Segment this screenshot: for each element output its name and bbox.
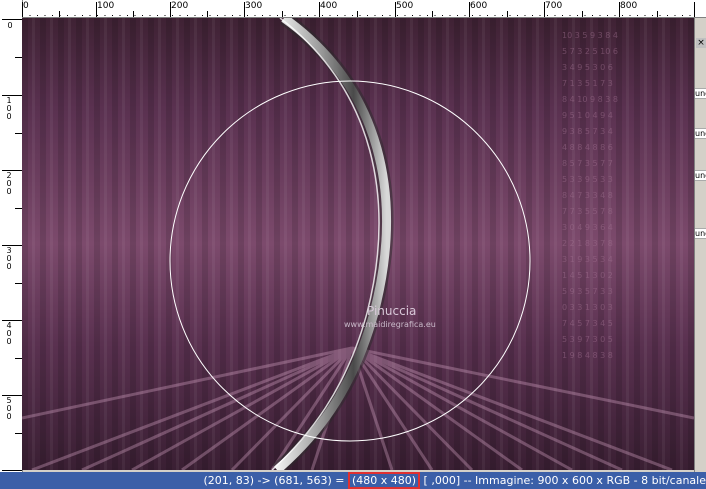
- svg-text:8 5 7 3 5 7 7: 8 5 7 3 5 7 7: [562, 159, 613, 168]
- svg-text:9 3 8 5 7 3 4: 9 3 8 5 7 3 4: [562, 127, 613, 136]
- close-icon[interactable]: ×: [696, 38, 706, 48]
- status-bar: (201, 83) -> (681, 563) = (480 x 480) [ …: [0, 472, 706, 489]
- svg-text:8 4 10 9 8 3 8: 8 4 10 9 8 3 8: [562, 95, 618, 104]
- panel-item-4[interactable]: unc: [695, 228, 706, 239]
- image-canvas[interactable]: 10 3 5 9 3 8 4 5 7 3 2 5 10 6 3 4 9 5 3 …: [22, 18, 694, 470]
- svg-text:5 3 3 9 5 3 3: 5 3 3 9 5 3 3: [562, 175, 613, 184]
- selection-coordinates: (201, 83) -> (681, 563) =: [203, 474, 348, 487]
- image-info: [ ,000] -- Immagine: 900 x 600 x RGB - 8…: [420, 474, 706, 487]
- svg-text:1 9 8 4 8 3 8: 1 9 8 4 8 3 8: [562, 351, 613, 360]
- canvas-artwork: 10 3 5 9 3 8 4 5 7 3 2 5 10 6 3 4 9 5 3 …: [22, 18, 694, 470]
- svg-text:10 3 5 9 3 8 4: 10 3 5 9 3 8 4: [562, 31, 618, 40]
- svg-text:8 4 7 3 3 4 8: 8 4 7 3 3 4 8: [562, 191, 613, 200]
- vruler-label-100: 100: [6, 96, 12, 121]
- svg-text:0 3 3 1 3 0 3: 0 3 3 1 3 0 3: [562, 303, 613, 312]
- vruler-label-300: 300: [6, 246, 12, 271]
- horizontal-ruler-ticks: [22, 2, 695, 17]
- panel-item-3[interactable]: unc: [695, 170, 706, 181]
- status-text: (201, 83) -> (681, 563) = (480 x 480) [ …: [203, 472, 706, 489]
- watermark-site: www.maidiregrafica.eu: [344, 320, 436, 329]
- svg-text:3 0 4 9 3 6 4: 3 0 4 9 3 6 4: [562, 223, 613, 232]
- vruler-label-500: 500: [6, 396, 12, 421]
- svg-text:5 9 3 5 7 3 3: 5 9 3 5 7 3 3: [562, 287, 613, 296]
- svg-text:5 7 3 2 5 10 6: 5 7 3 2 5 10 6: [562, 47, 618, 56]
- vruler-label-400: 400: [6, 321, 12, 346]
- svg-text:3 1 9 3 5 3 4: 3 1 9 3 5 3 4: [562, 255, 613, 264]
- vruler-label-200: 200: [6, 171, 12, 196]
- svg-text:4 8 8 4 8 8 6: 4 8 8 4 8 8 6: [562, 143, 613, 152]
- svg-text:7 4 5 7 3 4 5: 7 4 5 7 3 4 5: [562, 319, 613, 328]
- vruler-label-0: 0: [7, 21, 13, 30]
- svg-text:9 5 1 0 4 9 4: 9 5 1 0 4 9 4: [562, 111, 613, 120]
- panel-item-2[interactable]: unc: [695, 128, 706, 139]
- selection-size: (480 x 480): [347, 472, 421, 489]
- svg-text:3 4 9 5 3 0 6: 3 4 9 5 3 0 6: [562, 63, 613, 72]
- svg-text:5 3 9 7 3 0 5: 5 3 9 7 3 0 5: [562, 335, 613, 344]
- svg-text:1 4 5 1 3 0 2: 1 4 5 1 3 0 2: [562, 271, 613, 280]
- svg-text:2 2 1 8 3 7 8: 2 2 1 8 3 7 8: [562, 239, 613, 248]
- right-side-panel[interactable]: × unc unc unc unc: [694, 18, 706, 472]
- svg-text:7 7 3 5 5 7 8: 7 7 3 5 5 7 8: [562, 207, 613, 216]
- svg-text:7 1 3 5 1 7 3: 7 1 3 5 1 7 3: [562, 79, 613, 88]
- panel-item-1[interactable]: unc: [695, 88, 706, 99]
- watermark-title: Pinuccia: [367, 304, 417, 318]
